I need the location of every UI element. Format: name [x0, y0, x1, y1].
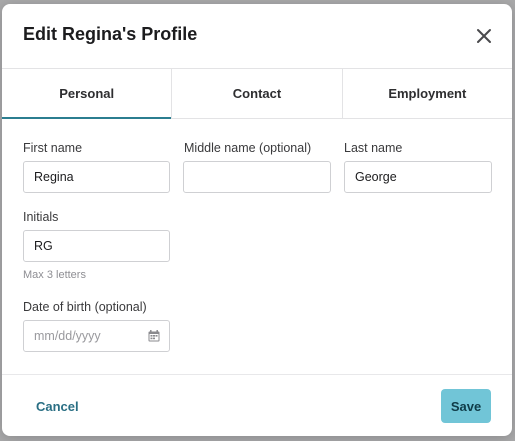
tab-bar: Personal Contact Employment [2, 68, 512, 119]
dob-input[interactable]: mm/dd/yyyy [23, 320, 170, 352]
calendar-icon[interactable] [148, 330, 160, 342]
modal-footer: Cancel Save [2, 374, 512, 436]
edit-profile-modal: Edit Regina's Profile Personal Contact E… [2, 4, 512, 436]
middle-name-label: Middle name (optional) [184, 141, 312, 155]
middle-name-input[interactable] [183, 161, 331, 193]
tab-employment[interactable]: Employment [343, 69, 512, 118]
last-name-input[interactable]: George [344, 161, 492, 193]
last-name-label: Last name [344, 141, 403, 155]
initials-hint: Max 3 letters [23, 269, 86, 281]
close-icon [477, 29, 491, 43]
dob-label: Date of birth (optional) [23, 300, 147, 314]
cancel-button[interactable]: Cancel [36, 399, 79, 414]
modal-title: Edit Regina's Profile [23, 24, 198, 44]
first-name-label: First name [23, 141, 83, 155]
first-name-value: Regina [34, 170, 74, 184]
dob-placeholder: mm/dd/yyyy [34, 329, 101, 343]
tab-contact[interactable]: Contact [172, 69, 343, 118]
close-button[interactable] [474, 26, 494, 46]
tab-personal[interactable]: Personal [2, 69, 173, 119]
initials-value: RG [34, 239, 53, 253]
modal-header: Edit Regina's Profile [2, 4, 512, 68]
initials-input[interactable]: RG [23, 230, 170, 262]
save-button[interactable]: Save [441, 389, 491, 423]
initials-label: Initials [23, 210, 59, 224]
first-name-input[interactable]: Regina [23, 161, 170, 193]
last-name-value: George [355, 170, 397, 184]
